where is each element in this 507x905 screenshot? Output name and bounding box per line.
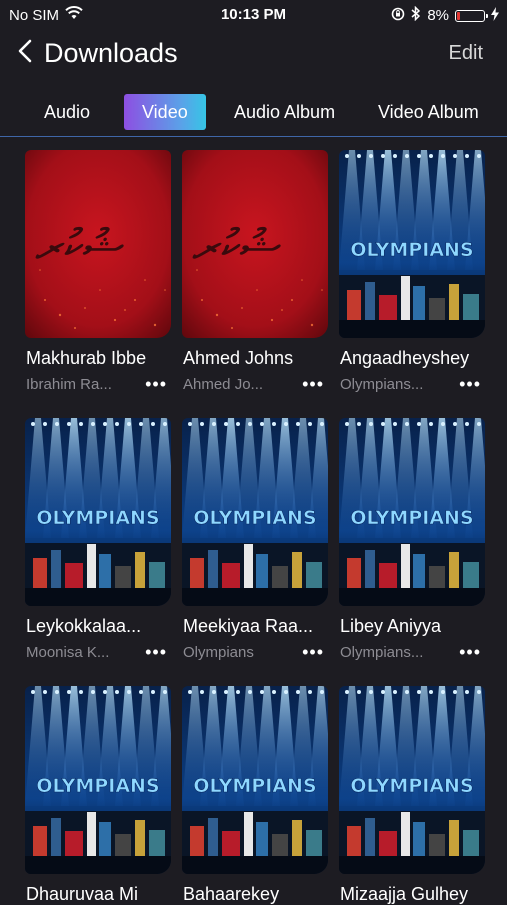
video-card[interactable]: OLYMPIANS Angaadheyshey Olympians... ••• bbox=[339, 150, 485, 394]
thumb-band-text: OLYMPIANS bbox=[193, 507, 316, 529]
rotation-lock-icon bbox=[391, 7, 405, 25]
tab-audio[interactable]: Audio bbox=[44, 94, 90, 130]
video-thumbnail[interactable]: OLYMPIANS bbox=[339, 418, 485, 606]
more-dots-icon[interactable]: ••• bbox=[302, 374, 324, 395]
video-thumbnail[interactable]: OLYMPIANS bbox=[182, 686, 328, 874]
video-thumbnail[interactable]: OLYMPIANS bbox=[25, 686, 171, 874]
video-card[interactable]: ޝުކުރ Ahmed Johns Ahmed Jo... ••• bbox=[182, 150, 328, 394]
thumb-script-text: ޝުކުރ bbox=[190, 219, 286, 273]
video-thumbnail[interactable]: OLYMPIANS bbox=[25, 418, 171, 606]
page-title: Downloads bbox=[44, 38, 178, 68]
video-artist: Olympians... bbox=[340, 644, 424, 661]
video-thumbnail[interactable]: ޝުކުރ bbox=[182, 150, 328, 338]
more-dots-icon[interactable]: ••• bbox=[145, 374, 167, 395]
more-dots-icon[interactable]: ••• bbox=[145, 642, 167, 663]
tab-video-album[interactable]: Video Album bbox=[378, 94, 479, 130]
video-thumbnail[interactable]: OLYMPIANS bbox=[339, 686, 485, 874]
video-thumbnail[interactable]: OLYMPIANS bbox=[182, 418, 328, 606]
video-thumbnail[interactable]: ޝުކުރ bbox=[25, 150, 171, 338]
bluetooth-icon bbox=[411, 5, 421, 25]
video-title: Meekiyaa Raa... bbox=[183, 616, 314, 636]
video-title: Angaadheyshey bbox=[340, 348, 470, 368]
video-title: Leykokkalaa... bbox=[26, 616, 142, 636]
status-right: 8% bbox=[391, 5, 499, 25]
video-card[interactable]: OLYMPIANS Mizaajja Gulhey bbox=[339, 686, 485, 904]
category-tabs: Audio Video Audio Album Video Album bbox=[0, 90, 507, 137]
video-title: Makhurab Ibbe bbox=[26, 348, 147, 368]
video-card[interactable]: OLYMPIANS Bahaarekey bbox=[182, 686, 328, 904]
thumb-band-text: OLYMPIANS bbox=[350, 507, 473, 529]
battery-percent: 8% bbox=[427, 7, 449, 24]
video-title: Ahmed Johns bbox=[183, 348, 294, 368]
thumb-script-text: ޝުކުރ bbox=[33, 219, 129, 273]
navigation-bar: Downloads Edit bbox=[0, 30, 507, 80]
battery-icon bbox=[455, 9, 488, 22]
more-dots-icon[interactable]: ••• bbox=[459, 374, 481, 395]
more-dots-icon[interactable]: ••• bbox=[302, 642, 324, 663]
video-artist: Moonisa K... bbox=[26, 644, 110, 661]
thumb-band-text: OLYMPIANS bbox=[350, 775, 473, 797]
video-artist: Ahmed Jo... bbox=[183, 376, 264, 393]
video-artist: Olympians bbox=[183, 644, 254, 661]
video-card[interactable]: OLYMPIANS Dhauruvaa Mi bbox=[25, 686, 171, 904]
video-title: Mizaajja Gulhey bbox=[340, 884, 469, 904]
more-dots-icon[interactable]: ••• bbox=[459, 642, 481, 663]
back-button[interactable]: Downloads bbox=[18, 38, 178, 69]
video-title: Bahaarekey bbox=[183, 884, 280, 904]
chevron-left-icon bbox=[18, 39, 32, 68]
thumb-band-text: OLYMPIANS bbox=[193, 775, 316, 797]
charging-icon bbox=[491, 6, 499, 25]
video-thumbnail[interactable]: OLYMPIANS bbox=[339, 150, 485, 338]
video-card[interactable]: OLYMPIANS Meekiyaa Raa... Olympians ••• bbox=[182, 418, 328, 662]
thumb-band-text: OLYMPIANS bbox=[36, 507, 159, 529]
video-card[interactable]: OLYMPIANS Libey Aniyya Olympians... ••• bbox=[339, 418, 485, 662]
thumb-band-text: OLYMPIANS bbox=[36, 775, 159, 797]
video-card[interactable]: OLYMPIANS Leykokkalaa... Moonisa K... ••• bbox=[25, 418, 171, 662]
thumb-band-text: OLYMPIANS bbox=[350, 239, 473, 261]
video-title: Dhauruvaa Mi bbox=[26, 884, 139, 904]
video-artist: Ibrahim Ra... bbox=[26, 376, 112, 393]
tab-audio-album[interactable]: Audio Album bbox=[234, 94, 335, 130]
status-bar: No SIM 10:13 PM 8% bbox=[0, 0, 507, 30]
tab-video[interactable]: Video bbox=[124, 94, 206, 130]
video-card[interactable]: ޝުކުރ Makhurab Ibbe Ibrahim Ra... ••• bbox=[25, 150, 171, 394]
video-title: Libey Aniyya bbox=[340, 616, 442, 636]
edit-button[interactable]: Edit bbox=[449, 42, 483, 65]
video-artist: Olympians... bbox=[340, 376, 424, 393]
